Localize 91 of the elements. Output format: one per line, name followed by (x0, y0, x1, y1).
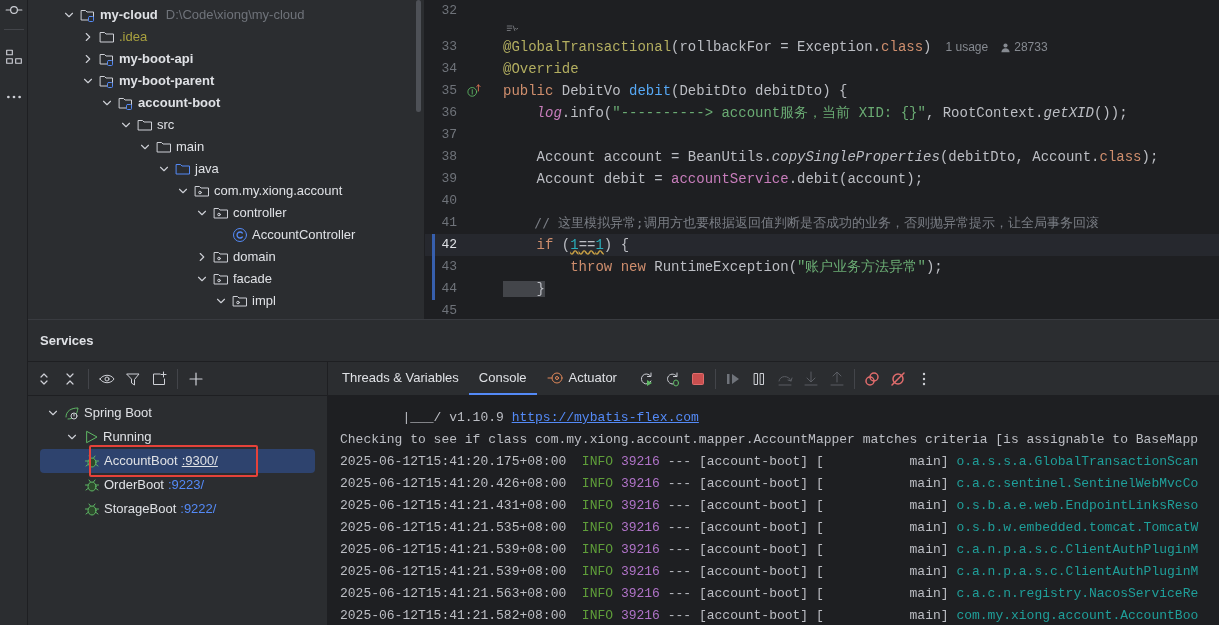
breakpoints-icon[interactable] (863, 370, 880, 387)
code-line: // 这里模拟异常;调用方也要根据返回值判断是否成功的业务，否则抛异常提示，让全局事务回滚 (533, 213, 1099, 232)
scrollbar-thumb[interactable] (416, 0, 421, 112)
line-number: 45 (440, 302, 457, 319)
tree-item[interactable]: domain (233, 247, 276, 267)
line-number: 41 (440, 214, 457, 233)
folder-icon (156, 139, 172, 155)
change-marker[interactable] (432, 278, 435, 300)
console-line: 2025-06-12T15:41:21.535+08:00 INFO 39216 --- [account-boot] [ main] o.s.b.w.embedded.tomcat.TomcatW (340, 519, 1199, 538)
code-line: if (1==1) { (535, 235, 630, 255)
add-icon[interactable] (188, 370, 204, 387)
console-line: 2025-06-12T15:41:21.582+08:00 INFO 39216 --- [account-boot] [ main] com.my.xiong.account.AccountBoo (340, 607, 1199, 625)
code-line: public DebitVo debit(DebitDto debitDto) { (503, 81, 848, 101)
tree-item[interactable]: com.my.xiong.account (214, 181, 343, 201)
package-folder-icon (232, 293, 248, 309)
code-line: Account debit = accountService.debit(account); (535, 169, 924, 189)
line-number: 38 (440, 148, 457, 167)
line-number: 44 (440, 280, 457, 299)
console-line: 2025-06-12T15:41:21.539+08:00 INFO 39216 --- [account-boot] [ main] c.a.n.p.a.s.c.ClientAuthPluginM (340, 563, 1199, 582)
tree-item[interactable]: impl (252, 291, 276, 311)
line-number: 43 (440, 258, 457, 277)
change-marker[interactable] (432, 234, 435, 256)
service-item[interactable]: StorageBoot :9222/ (40, 497, 315, 521)
code-line: @GlobalTransactional(rollbackFor = Exception.class) (503, 37, 932, 57)
mute-breakpoints-icon[interactable] (889, 370, 906, 387)
tree-item[interactable]: Spring Boot (84, 403, 152, 423)
package-folder-icon (213, 271, 229, 287)
implements-icon[interactable] (465, 84, 483, 98)
user-icon (1000, 41, 1012, 53)
change-marker[interactable] (432, 256, 435, 278)
folder-icon (99, 29, 115, 45)
console-line: 2025-06-12T15:41:20.426+08:00 INFO 39216 --- [account-boot] [ main] c.a.c.sentinel.SentinelWebMvcCo (340, 475, 1199, 494)
author-hint[interactable]: 28733 (1014, 38, 1048, 56)
tree-item[interactable]: .idea (119, 27, 148, 47)
line-number: 36 (440, 104, 457, 123)
bug-icon (84, 501, 100, 517)
stop-icon[interactable] (689, 370, 706, 387)
tree-item[interactable]: my-boot-parent (119, 71, 215, 91)
line-number: 32 (440, 2, 457, 21)
tree-item[interactable]: main (176, 137, 205, 157)
package-folder-icon (213, 249, 229, 265)
structure-icon[interactable] (4, 48, 23, 66)
code-line: Account account = BeanUtils.copySingleProperties(debitDto, Account.class); (535, 147, 1159, 167)
service-item[interactable]: OrderBoot :9223/ (40, 473, 315, 497)
console-line: |___/ v1.10.9 (401, 409, 505, 428)
tree-item[interactable]: facade (233, 269, 273, 289)
play-icon (83, 429, 99, 445)
tree-item[interactable]: account-boot (138, 93, 221, 113)
console-line: 2025-06-12T15:41:20.175+08:00 INFO 39216 --- [account-boot] [ main] o.a.s.s.a.GlobalTransactionScan (340, 453, 1199, 472)
class-icon (232, 227, 248, 243)
tree-item[interactable]: java (195, 159, 219, 179)
tree-item[interactable]: my-cloud (100, 5, 158, 25)
filter-icon[interactable] (125, 370, 141, 387)
line-number: 35 (440, 82, 457, 101)
actuator-icon (546, 369, 563, 386)
folder-icon (137, 117, 153, 133)
package-folder-icon (213, 205, 229, 221)
folder-icon (175, 161, 191, 177)
line-number: 37 (440, 126, 457, 145)
package-folder-icon (194, 183, 210, 199)
tree-item[interactable]: AccountController (252, 225, 356, 245)
line-number: 33 (440, 38, 457, 57)
line-number: 39 (440, 170, 457, 189)
console-line: 2025-06-12T15:41:21.563+08:00 INFO 39216 --- [account-boot] [ main] c.a.c.n.registry.NacosServiceRe (340, 585, 1199, 604)
module-folder-icon (99, 51, 115, 67)
module-folder-icon (80, 7, 96, 23)
tab[interactable]: Threads & Variables (332, 362, 469, 395)
file-path: D:\Code\xiong\my-cloud (165, 6, 305, 25)
console-line: 2025-06-12T15:41:21.431+08:00 INFO 39216 --- [account-boot] [ main] o.s.b.a.e.web.EndpointLinksReso (340, 497, 1199, 516)
bug-icon (84, 453, 100, 469)
spring-icon (64, 405, 80, 421)
bug-icon (84, 477, 100, 493)
line-number: 42 (440, 236, 457, 255)
code-line: log.info("----------> account服务，当前 XID: {}", RootContext.getXID()); (535, 103, 1128, 123)
line-number: 34 (440, 60, 457, 79)
tree-item[interactable]: src (157, 115, 175, 135)
code-line: @Override (503, 59, 579, 79)
code-line: throw new RuntimeException("账户业务方法异常"); (569, 257, 943, 277)
new-tab-icon[interactable] (151, 370, 167, 387)
module-folder-icon (118, 95, 134, 111)
line-number: 40 (440, 192, 457, 211)
tree-item[interactable]: controller (233, 203, 287, 223)
console-link[interactable]: https://mybatis-flex.com (511, 408, 699, 428)
console-line: 2025-06-12T15:41:21.539+08:00 INFO 39216 --- [account-boot] [ main] c.a.n.p.a.s.c.ClientAuthPluginM (340, 541, 1199, 560)
tab[interactable]: Actuator (536, 362, 627, 395)
tree-item[interactable]: my-boot-api (119, 49, 194, 69)
panel-title: Services (40, 331, 94, 350)
module-folder-icon (99, 73, 115, 89)
console-line: Checking to see if class com.my.xiong.account.mapper.AccountMapper matches criteria [is assignable to BaseMapp (340, 431, 1199, 450)
tree-item[interactable]: Running (103, 427, 152, 447)
usages-hint[interactable]: 1 usage (945, 38, 989, 56)
